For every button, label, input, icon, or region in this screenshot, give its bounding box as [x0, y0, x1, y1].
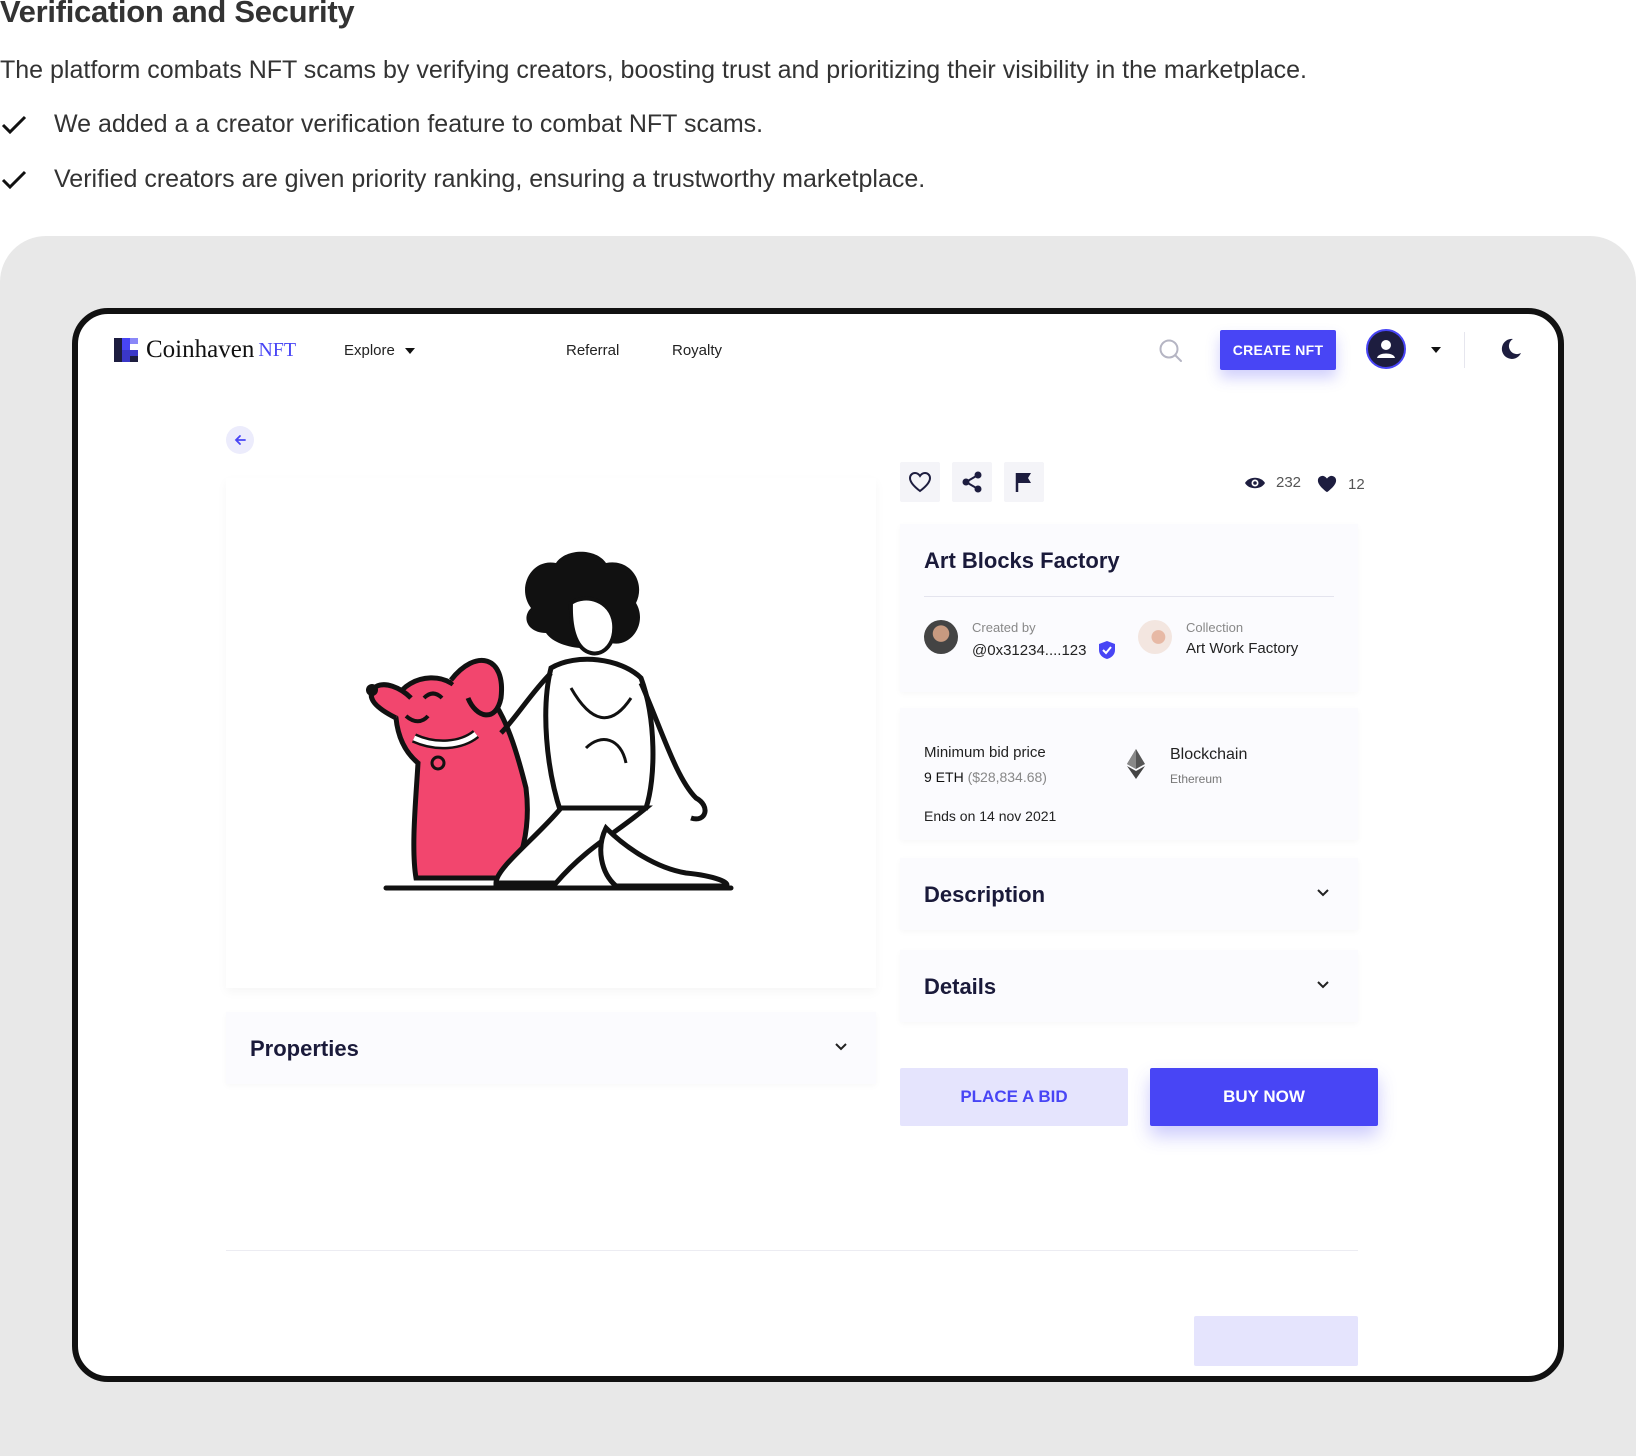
search-icon[interactable] — [1158, 338, 1184, 364]
collection-avatar[interactable] — [1138, 620, 1172, 654]
user-avatar-button[interactable] — [1366, 329, 1406, 369]
create-nft-button[interactable]: CREATE NFT — [1220, 330, 1336, 370]
blockchain-name: Ethereum — [1170, 772, 1223, 786]
nft-illustration — [366, 551, 734, 891]
buy-now-button[interactable]: BUY NOW — [1150, 1068, 1378, 1126]
brand-logo[interactable]: Coinhaven NFT — [114, 336, 296, 364]
place-bid-button[interactable]: PLACE A BID — [900, 1068, 1128, 1126]
description-title: Description — [924, 882, 1046, 907]
min-bid-label: Minimum bid price — [924, 744, 1046, 761]
ethereum-icon — [1127, 749, 1145, 779]
nav-referral[interactable]: Referral — [566, 342, 619, 359]
verified-badge-icon — [1099, 641, 1116, 659]
feature-point-2: Verified creators are given priority ran… — [0, 165, 925, 194]
usd-value: ($28,834.68) — [967, 769, 1047, 785]
eth-value: 9 ETH — [924, 769, 964, 785]
divider — [924, 596, 1334, 597]
likes-count: 12 — [1348, 475, 1365, 493]
creator-handle[interactable]: @0x31234....123 — [972, 642, 1086, 659]
description-section[interactable]: Description — [900, 858, 1358, 930]
views-count: 232 — [1276, 474, 1302, 491]
share-button[interactable] — [952, 462, 992, 502]
nav-explore-label: Explore — [344, 342, 395, 359]
report-button[interactable] — [1004, 462, 1044, 502]
details-section[interactable]: Details — [900, 950, 1358, 1022]
flag-icon — [1015, 473, 1031, 492]
user-menu-caret-icon[interactable] — [1431, 347, 1441, 353]
chevron-down-icon — [835, 1043, 847, 1051]
chevron-down-icon — [1317, 981, 1329, 989]
caret-down-icon — [404, 347, 415, 354]
top-nav: Coinhaven NFT Explore Referral Royalty C… — [78, 314, 1558, 390]
likes-stat: 12 — [1316, 474, 1365, 494]
properties-title: Properties — [250, 1036, 359, 1061]
activities-action-button[interactable] — [1194, 1316, 1358, 1366]
auction-end-date: Ends on 14 nov 2021 — [924, 808, 1057, 824]
app-window: Coinhaven NFT Explore Referral Royalty C… — [72, 308, 1564, 1382]
heart-icon — [1317, 475, 1337, 493]
back-button[interactable] — [226, 426, 254, 454]
collection-label: Collection — [1186, 620, 1244, 635]
nav-explore[interactable]: Explore — [344, 342, 415, 359]
brand-name: Coinhaven — [146, 336, 255, 363]
user-icon — [1377, 340, 1395, 358]
properties-section[interactable]: Properties — [226, 1012, 876, 1084]
nft-title: Art Blocks Factory — [924, 548, 1120, 573]
brand-suffix: NFT — [258, 338, 297, 361]
check-icon — [1, 170, 27, 189]
nav-divider — [1464, 332, 1465, 368]
feature-point-text: Verified creators are given priority ran… — [54, 165, 926, 193]
share-icon — [962, 471, 982, 493]
favorite-button[interactable] — [900, 462, 940, 502]
moon-icon[interactable] — [1498, 336, 1524, 362]
intro-text: The platform combats NFT scams by verify… — [0, 56, 1307, 84]
divider — [226, 1250, 1358, 1251]
views-stat: 232 — [1244, 474, 1301, 491]
eye-icon — [1245, 477, 1265, 488]
feature-point-text: We added a a creator verification featur… — [54, 110, 764, 138]
collection-info: Collection Art Work Factory — [1186, 620, 1298, 657]
nft-artwork — [226, 478, 876, 988]
nav-royalty[interactable]: Royalty — [672, 342, 722, 359]
created-by-label: Created by — [972, 620, 1036, 635]
creator-info: Created by @0x31234....123 — [972, 620, 1116, 660]
page-heading: Verification and Security — [0, 0, 355, 29]
nft-info-card: Art Blocks Factory Created by @0x31234..… — [900, 524, 1358, 692]
details-title: Details — [924, 974, 997, 999]
collection-name[interactable]: Art Work Factory — [1186, 640, 1298, 657]
creator-avatar[interactable] — [924, 620, 958, 654]
feature-point-1: We added a a creator verification featur… — [0, 110, 763, 139]
bid-info-card: Minimum bid price 9 ETH ($28,834.68) End… — [900, 708, 1358, 840]
showcase-frame: Coinhaven NFT Explore Referral Royalty C… — [0, 236, 1636, 1456]
logo-mark-icon — [114, 338, 138, 362]
back-arrow-icon — [234, 435, 246, 445]
heart-icon — [908, 471, 932, 493]
min-bid-price: 9 ETH ($28,834.68) — [924, 769, 1047, 785]
chevron-down-icon — [1317, 889, 1329, 897]
check-icon — [1, 115, 27, 134]
blockchain-label: Blockchain — [1170, 746, 1248, 763]
